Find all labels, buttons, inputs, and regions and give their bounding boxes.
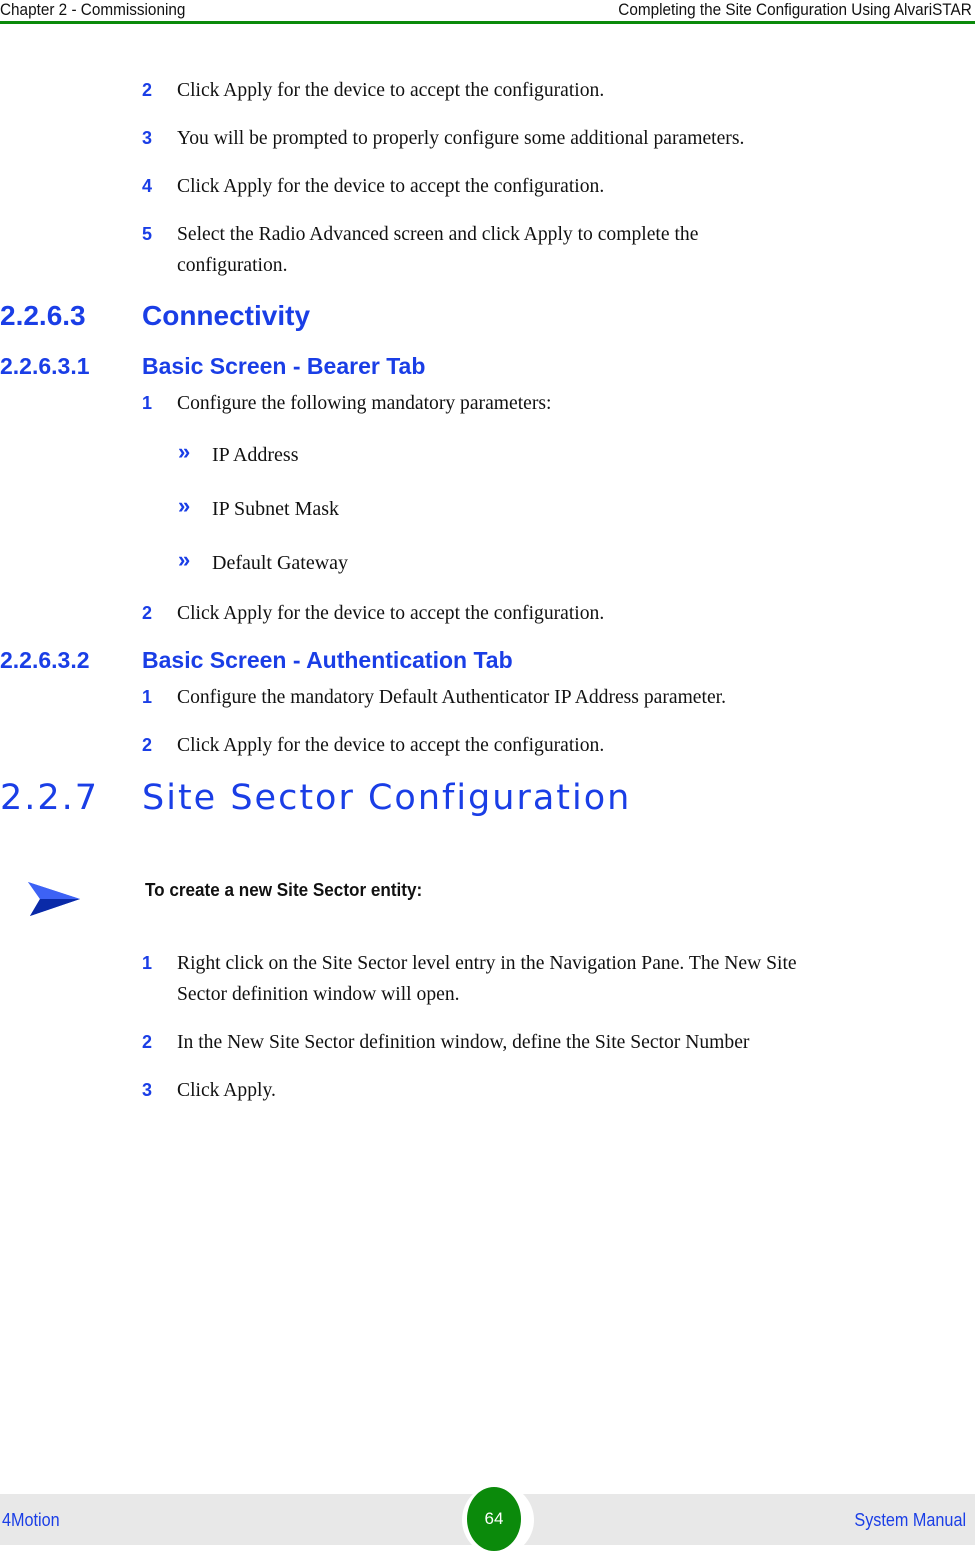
step-number: 1 bbox=[142, 393, 153, 413]
double-chevron-icon: » bbox=[178, 547, 191, 572]
section-title: Connectivity bbox=[142, 300, 311, 331]
step-number: 2 bbox=[142, 603, 153, 623]
step-text: Configure the following mandatory parame… bbox=[177, 392, 552, 414]
step-number: 5 bbox=[142, 224, 153, 244]
step-number: 1 bbox=[142, 687, 153, 707]
step-number: 4 bbox=[142, 176, 153, 196]
step-text: Click Apply. bbox=[177, 1079, 276, 1101]
header-chapter: Chapter 2 - Commissioning bbox=[0, 0, 186, 19]
subsection-title: Basic Screen - Authentication Tab bbox=[142, 647, 513, 673]
subsection-number: 2.2.6.3.2 bbox=[0, 647, 90, 673]
section-title: Site Sector Configuration bbox=[142, 778, 632, 818]
step-number: 1 bbox=[142, 953, 153, 973]
step-text: Click Apply for the device to accept the… bbox=[177, 734, 605, 756]
step-text: Configure the mandatory Default Authenti… bbox=[177, 686, 727, 708]
header-rule bbox=[0, 21, 975, 24]
step-number: 2 bbox=[142, 735, 153, 755]
footer-product: 4Motion bbox=[2, 1510, 60, 1530]
step-text: Right click on the Site Sector level ent… bbox=[177, 952, 797, 974]
step-text: Click Apply for the device to accept the… bbox=[177, 175, 605, 197]
step-number: 3 bbox=[142, 128, 153, 148]
step-text: Sector definition window will open. bbox=[177, 983, 460, 1005]
bullet-text: Default Gateway bbox=[212, 552, 349, 574]
double-chevron-icon: » bbox=[178, 439, 191, 464]
page-footer: 4Motion 64 System Manual bbox=[0, 1484, 975, 1556]
footer-doc-title: System Manual bbox=[854, 1510, 966, 1530]
subsection-number: 2.2.6.3.1 bbox=[0, 353, 90, 379]
bullet-text: IP Address bbox=[212, 444, 299, 466]
page-number-badge: 64 bbox=[467, 1487, 521, 1551]
section-number: 2.2.7 bbox=[0, 778, 100, 818]
step-number: 2 bbox=[142, 80, 153, 100]
step-text: You will be prompted to properly configu… bbox=[177, 127, 745, 149]
bullet-text: IP Subnet Mask bbox=[212, 498, 340, 520]
page-header: Chapter 2 - Commissioning Completing the… bbox=[0, 0, 975, 22]
step-text: Click Apply for the device to accept the… bbox=[177, 602, 605, 624]
subsection-title: Basic Screen - Bearer Tab bbox=[142, 353, 426, 379]
step-number: 2 bbox=[142, 1032, 153, 1052]
double-chevron-icon: » bbox=[178, 493, 191, 518]
procedure-label: To create a new Site Sector entity: bbox=[145, 880, 423, 900]
step-text: Select the Radio Advanced screen and cli… bbox=[177, 223, 699, 245]
step-text: Click Apply for the device to accept the… bbox=[177, 79, 605, 101]
step-number: 3 bbox=[142, 1080, 153, 1100]
procedure-arrow-icon bbox=[28, 882, 80, 916]
step-text: configuration. bbox=[177, 254, 288, 276]
step-text: In the New Site Sector definition window… bbox=[177, 1031, 750, 1053]
section-number: 2.2.6.3 bbox=[0, 300, 86, 331]
header-section: Completing the Site Configuration Using … bbox=[618, 0, 972, 19]
